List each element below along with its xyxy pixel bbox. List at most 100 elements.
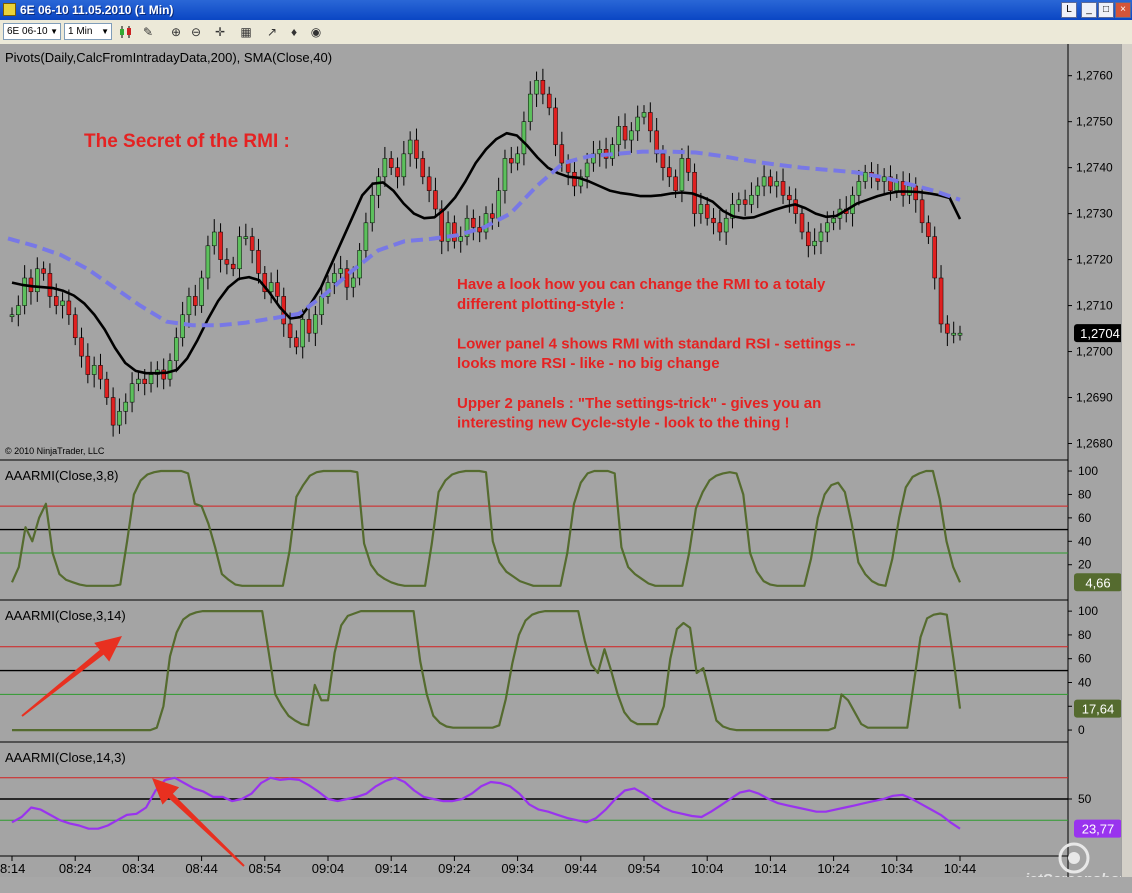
time-tick-label: 09:44	[565, 861, 598, 876]
candle-body	[395, 167, 400, 178]
candle-body	[825, 222, 830, 233]
candle-body	[351, 277, 356, 288]
candle-body	[338, 268, 343, 274]
candle-body	[812, 240, 817, 247]
candle-body	[818, 231, 824, 242]
candle-body	[433, 190, 438, 210]
candle-body	[268, 282, 274, 293]
indicators-icon[interactable]: ↗	[264, 24, 280, 40]
candle-body	[376, 176, 381, 196]
candle-body	[616, 126, 621, 145]
window-titlebar: 6E 06-10 11.05.2010 (1 Min) L _ □ ×	[0, 0, 1132, 20]
candle-body	[496, 190, 501, 219]
candle-body	[41, 268, 46, 274]
last-price-value: 1,2704	[1080, 326, 1120, 341]
oscillator-last-value: 4,66	[1085, 575, 1110, 590]
candle-body	[300, 319, 305, 348]
time-tick-label: 09:14	[375, 861, 408, 876]
candle-body	[540, 80, 546, 95]
candle-body	[401, 153, 407, 178]
alerts-icon[interactable]: ◉	[308, 24, 324, 40]
zoom-in-icon[interactable]: ⊕	[168, 24, 184, 40]
maximize-button[interactable]: □	[1098, 2, 1114, 18]
candlestick-style-glyph	[120, 26, 131, 38]
zoom-out-icon[interactable]: ⊖	[188, 24, 204, 40]
interval-select[interactable]: 1 Min ▼	[64, 23, 112, 40]
draw-pen-icon[interactable]: ✎	[140, 24, 156, 40]
time-tick-label: 08:24	[59, 861, 92, 876]
strategies-icon[interactable]: ♦	[286, 24, 302, 40]
oscillator-last-value: 17,64	[1082, 702, 1115, 717]
candle-body	[287, 323, 293, 339]
candle-body	[660, 153, 666, 168]
annotation-line: different plotting-style :	[457, 296, 625, 313]
candle-body	[515, 153, 520, 164]
candle-body	[79, 337, 84, 357]
candle-body	[787, 194, 792, 201]
crosshair-icon[interactable]: ✛	[212, 24, 228, 40]
properties-icon[interactable]: ▦	[238, 24, 254, 40]
osc-tick-label: 60	[1078, 652, 1092, 666]
chart-title: The Secret of the RMI :	[84, 131, 290, 152]
candle-body	[407, 139, 413, 155]
instrument-value: 6E 06-10	[7, 26, 48, 37]
candle-body	[793, 199, 798, 214]
candlestick-style-icon[interactable]	[118, 24, 134, 40]
candle-body	[382, 158, 388, 178]
candle-body	[117, 411, 122, 426]
candle-body	[648, 112, 653, 132]
interval-value: 1 Min	[68, 26, 93, 37]
candle-body	[806, 231, 811, 247]
window-title: 6E 06-10 11.05.2010 (1 Min)	[20, 3, 174, 17]
candle-body	[199, 277, 204, 306]
candle-body	[527, 93, 533, 122]
candle-body	[16, 305, 21, 316]
candle-body	[60, 300, 65, 306]
time-tick-label: 10:24	[817, 861, 850, 876]
lock-button[interactable]: L	[1061, 2, 1077, 18]
candle-body	[167, 360, 173, 380]
candle-body	[230, 263, 236, 270]
price-tick-label: 1,2730	[1076, 207, 1113, 221]
annotation-line: Have a look how you can change the RMI t…	[457, 276, 826, 293]
candle-body	[502, 158, 508, 191]
candle-body	[22, 277, 27, 306]
price-tick-label: 1,2740	[1076, 161, 1113, 175]
candle-body	[91, 365, 97, 375]
vertical-scrollbar[interactable]	[1121, 44, 1132, 877]
candle-body	[919, 199, 925, 224]
candle-body	[717, 222, 723, 233]
candle-body	[945, 323, 950, 334]
candle-body	[685, 158, 691, 173]
candle-body	[332, 273, 337, 283]
candle-body	[673, 176, 678, 191]
candle-body	[458, 236, 463, 242]
oscillator-last-value: 23,77	[1082, 822, 1115, 837]
osc-tick-label: 40	[1078, 534, 1092, 548]
candle-body	[565, 162, 571, 173]
price-indicator-label: Pivots(Daily,CalcFromIntradayData,200), …	[5, 50, 332, 65]
chevron-down-icon: ▼	[101, 27, 109, 36]
time-tick-label: 08:34	[122, 861, 155, 876]
osc-tick-label: 60	[1078, 511, 1092, 525]
candle-body	[243, 236, 249, 239]
candle-body	[584, 162, 590, 178]
time-tick-label: 08:44	[185, 861, 218, 876]
time-axis-bar	[0, 877, 1132, 893]
osc-tick-label: 0	[1078, 723, 1085, 737]
price-tick-label: 1,2720	[1076, 253, 1113, 267]
candle-body	[679, 158, 685, 191]
annotation-line: looks more RSI - like - no big change	[457, 355, 720, 372]
price-tick-label: 1,2750	[1076, 115, 1113, 129]
osc-tick-label: 100	[1078, 464, 1098, 478]
candle-body	[414, 139, 419, 159]
candle-body	[521, 121, 527, 155]
instrument-select[interactable]: 6E 06-10 ▼	[3, 23, 61, 40]
candle-body	[211, 231, 217, 247]
close-button[interactable]: ×	[1115, 2, 1131, 18]
minimize-button[interactable]: _	[1081, 2, 1097, 18]
chart-toolbar: 6E 06-10 ▼ 1 Min ▼ ✎ ⊕ ⊖ ✛ ▦ ↗ ♦ ◉	[0, 20, 1132, 45]
candle-body	[938, 277, 944, 325]
candle-body	[774, 181, 779, 187]
candle-body	[313, 314, 318, 334]
